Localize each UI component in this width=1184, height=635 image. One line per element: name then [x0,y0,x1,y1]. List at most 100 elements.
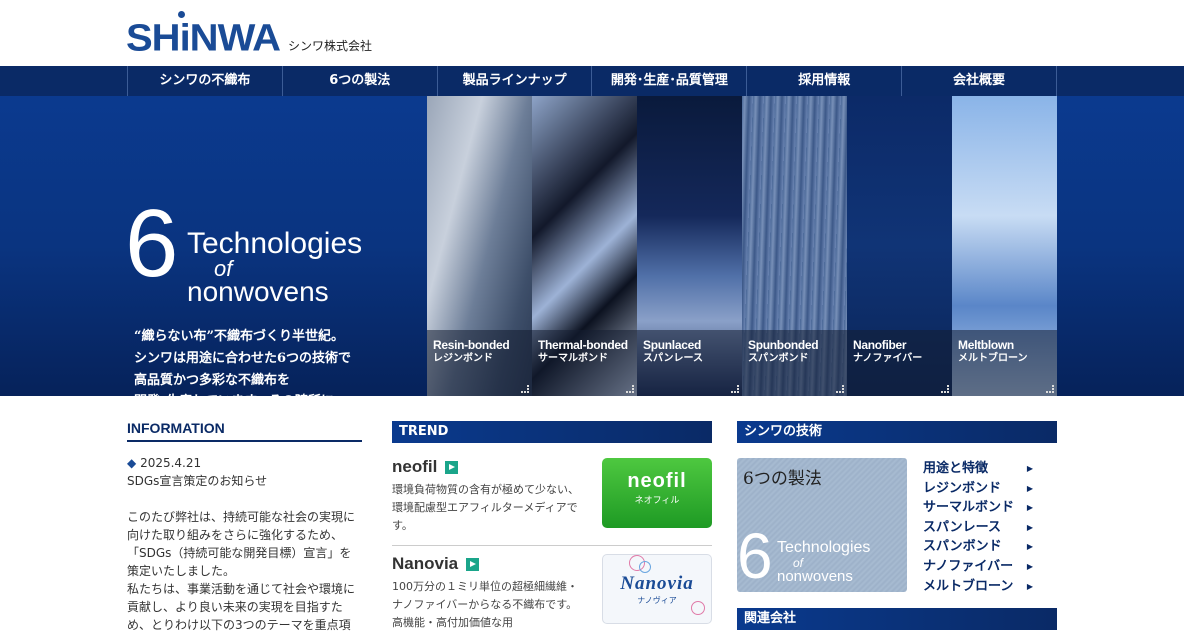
tech-link-label[interactable]: レジンボンド [923,479,1001,499]
panel-caption: Thermal-bonded サーマルボンド [532,330,637,396]
six-methods-banner[interactable]: 6つの製法 6 Technologies of nonwovens [737,458,907,592]
tech-link-label[interactable]: 用途と特徴 [923,459,988,479]
tech-link-label[interactable]: サーマルボンド [923,498,1014,518]
tech-link-meltblown[interactable]: メルトブローン ▶ [923,577,1033,597]
arrow-right-icon: ▶ [1026,522,1033,532]
panel-caption: Resin-bonded レジンボンド [427,330,532,396]
news-body-line: 貢献し、より良い未来の実現を目指すた [127,600,343,614]
panel-resin-bonded[interactable]: Resin-bonded レジンボンド [427,96,532,396]
nav-item-six-methods[interactable]: 6つの製法 [283,66,438,96]
company-name: シンワ株式会社 [288,39,373,53]
tech-link-resin-bond[interactable]: レジンボンド ▶ [923,479,1033,499]
tech-link-label[interactable]: スパンレース [923,518,1001,538]
panel-title-ja: レジンボンド [433,353,493,364]
panel-title-ja: スパンボンド [748,353,809,364]
banner-technologies: Technologies [777,539,871,556]
arrow-right-icon: ▶ [1026,483,1033,493]
technology-panels: Resin-bonded レジンボンド Thermal-bonded サーマルボ… [427,96,1057,396]
technology-links: 用途と特徴 ▶ レジンボンド ▶ サーマルボンド ▶ スパンレース ▶ スパンボンド ▶ … [923,459,1033,596]
panel-meltblown[interactable]: Meltblown メルトブローン [952,96,1057,396]
panel-caption: Spunlaced スパンレース [637,330,742,396]
hero-six-numeral: 6 [125,190,179,297]
panel-title-ja: メルトブローン [958,353,1028,364]
panel-spunlaced[interactable]: Spunlaced スパンレース [637,96,742,396]
tech-link-label[interactable]: メルトブローン [923,577,1013,597]
tech-link-usage[interactable]: 用途と特徴 ▶ [923,459,1033,479]
tech-link-label[interactable]: ナノファイバー [923,557,1013,577]
technology-section: シンワの技術 6つの製法 6 Technologies of nonwovens… [737,421,1057,596]
panel-thermal-bonded[interactable]: Thermal-bonded サーマルボンド [532,96,637,396]
panel-title-en: Spunlaced [643,338,701,352]
news-body-line: 策定いたしました。 [127,564,236,578]
panel-title-en: Meltblown [958,338,1014,352]
play-arrow-icon[interactable] [466,557,480,571]
news-body-line: 私たちは、事業活動を通じて社会や環境に [127,582,356,596]
news-body: このたび弊社は、持続可能な社会の実現に 向けた取り組みをさらに強化するため、 「… [127,508,362,634]
neofil-logo-sub: ネオフィル [634,496,680,506]
logo-wordmark: SHiNWA [126,17,281,59]
news-body-line: め、とりわけ以下の3つのテーマを重点項 [127,618,351,632]
panel-title-en: Thermal-bonded [538,338,628,352]
panel-title-ja: スパンレース [643,353,703,364]
trend-item-neofil: neofil 環境負荷物質の含有が極めて少ない、環境配慮型エアフィルターメディア… [392,457,712,545]
nanovia-thumbnail[interactable]: Nanovia ナノヴィア [602,554,712,624]
panel-title-en: Spunbonded [748,338,819,352]
hero-nonwovens: nonwovens [187,276,329,307]
trend-name-text[interactable]: neofil [392,457,437,477]
resize-corner-icon [626,385,634,393]
hero-copy-line: 高品質かつ多彩な不織布を [134,372,291,388]
related-companies-section: 関連会社 [737,608,1057,630]
site-header: SHiNWA シンワ株式会社 [0,0,1184,66]
resize-corner-icon [836,385,844,393]
technology-title: シンワの技術 [737,421,1057,443]
tech-link-spunbond[interactable]: スパンボンド ▶ [923,537,1033,557]
hero-copy-line: シンワは用途に合わせた6つの技術で [134,350,352,366]
play-arrow-icon[interactable] [445,460,459,474]
hero-copy-line: “織らない布”不織布づくり半世紀。 [134,329,344,344]
information-title: INFORMATION [127,420,362,442]
nav-item-nonwovens[interactable]: シンワの不織布 [128,66,283,96]
news-date: ◆ 2025.4.21 [127,454,362,472]
logo[interactable]: SHiNWA シンワ株式会社 [126,11,373,59]
tech-link-label[interactable]: スパンボンド [923,537,1002,557]
trend-description: 環境負荷物質の含有が極めて少ない、環境配慮型エアフィルターメディアです。 [392,483,579,532]
global-nav: シンワの不織布 6つの製法 製品ラインナップ 開発･生産･品質管理 採用情報 会… [0,66,1184,96]
news-headline[interactable]: SDGs宣言策定のお知らせ [127,472,362,490]
news-body-line: 向けた取り組みをさらに強化するため、 [127,528,344,542]
information-section: INFORMATION ◆ 2025.4.21 SDGs宣言策定のお知らせ この… [127,420,362,634]
nav-item-company[interactable]: 会社概要 [902,66,1057,96]
panel-nanofiber[interactable]: Nanofiber ナノファイバー [847,96,952,396]
news-body-line: このたび弊社は、持続可能な社会の実現に [127,510,356,524]
circle-decoration-icon [691,601,705,615]
panel-caption: Spunbonded スパンボンド [742,330,847,396]
news-date-text: 2025.4.21 [140,456,202,470]
arrow-right-icon: ▶ [1026,464,1033,473]
banner-six: 6 [737,520,773,592]
nav-item-products[interactable]: 製品ラインナップ [438,66,593,96]
panel-title-en: Resin-bonded [433,338,510,352]
arrow-right-icon: ▶ [1026,561,1033,571]
neofil-logo-text: neofil [627,470,687,492]
hero-copy: “織らない布”不織布づくり半世紀。 シンワは用途に合わせた6つの技術で 高品質か… [134,326,351,435]
nav-item-recruit[interactable]: 採用情報 [747,66,903,96]
tech-link-spunlace[interactable]: スパンレース ▶ [923,518,1033,538]
tech-link-nanofiber[interactable]: ナノファイバー ▶ [923,557,1033,577]
panel-caption: Nanofiber ナノファイバー [847,330,952,396]
trend-section: TREND neofil 環境負荷物質の含有が極めて少ない、環境配慮型エアフィル… [392,421,712,635]
resize-corner-icon [941,385,949,393]
nav-item-development[interactable]: 開発･生産･品質管理 [592,66,748,96]
related-companies-title: 関連会社 [737,608,1057,630]
trend-item-nanovia: Nanovia 100万分の１ミリ単位の超極細繊維・ナノファイバーからなる不織布… [392,545,712,635]
banner-nonwovens: nonwovens [777,568,853,585]
panel-spunbonded[interactable]: Spunbonded スパンボンド [742,96,847,396]
panel-title-ja: サーマルボンド [538,353,608,364]
nanovia-logo-text: Nanovia [620,573,694,594]
banner-title: 6つの製法 [743,469,822,489]
panel-title-ja: ナノファイバー [853,353,923,364]
tech-link-thermal-bond[interactable]: サーマルボンド ▶ [923,498,1033,518]
neofil-thumbnail[interactable]: neofil ネオフィル [602,458,712,528]
arrow-right-icon: ▶ [1026,542,1033,552]
arrow-right-icon: ▶ [1026,581,1033,591]
trend-title: TREND [392,421,712,443]
trend-name-text[interactable]: Nanovia [392,554,458,574]
